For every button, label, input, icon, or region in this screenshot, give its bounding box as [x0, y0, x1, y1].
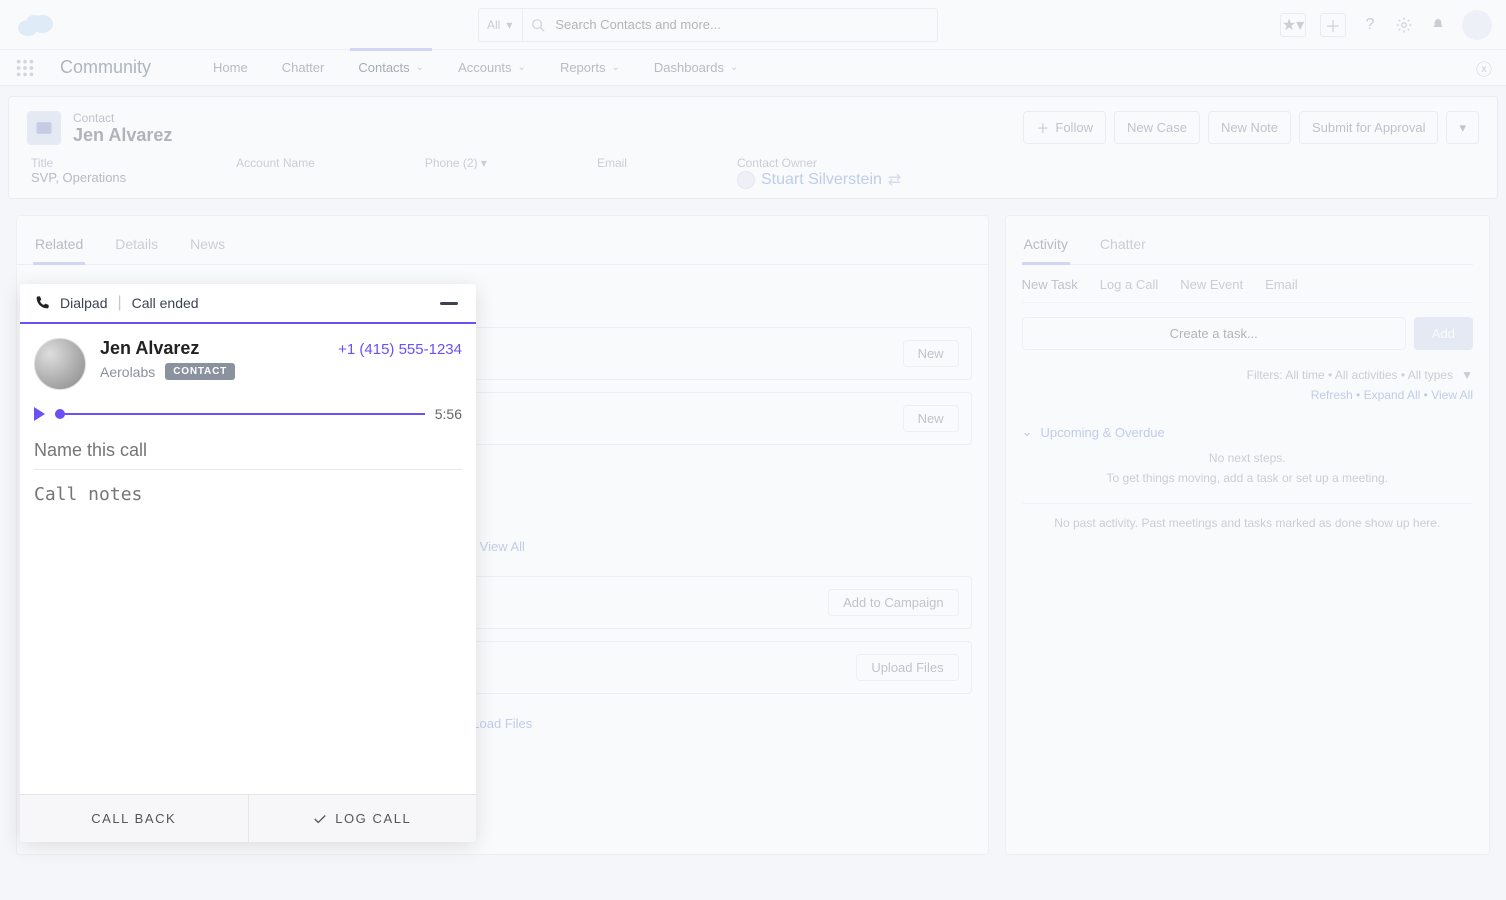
add-to-campaign-button[interactable]: Add to Campaign: [828, 589, 958, 616]
setup-gear-icon[interactable]: [1394, 15, 1414, 35]
field-phone-label[interactable]: Phone (2) ▾: [425, 156, 487, 170]
subtab-log-call[interactable]: Log a Call: [1100, 271, 1159, 302]
submit-approval-button[interactable]: Submit for Approval: [1299, 111, 1438, 144]
record-header: Contact Jen Alvarez ＋Follow New Case New…: [8, 96, 1498, 199]
track-slider[interactable]: [55, 413, 425, 415]
tab-details[interactable]: Details: [113, 230, 160, 264]
nav-chatter[interactable]: Chatter: [274, 50, 333, 86]
contact-icon: [27, 111, 61, 145]
chevron-down-icon[interactable]: ⌄: [611, 62, 619, 73]
no-steps-text: No next steps.: [1022, 448, 1473, 468]
notifications-bell-icon[interactable]: [1428, 15, 1448, 35]
create-task-input[interactable]: [1022, 317, 1406, 350]
nav-dashboards[interactable]: Dashboards⌄: [646, 50, 747, 86]
play-icon[interactable]: [34, 407, 45, 421]
search-icon: [531, 18, 545, 32]
chevron-down-icon[interactable]: ⌄: [730, 62, 738, 73]
salesforce-logo: [14, 10, 58, 40]
contact-company: Aerolabs: [100, 364, 155, 380]
call-duration: 5:56: [435, 406, 462, 422]
tab-related[interactable]: Related: [33, 230, 85, 265]
new-note-button[interactable]: New Note: [1208, 111, 1291, 144]
subtab-new-task[interactable]: New Task: [1022, 271, 1078, 302]
chevron-down-icon: ▾: [506, 18, 512, 32]
close-icon[interactable]: ⓧ: [1476, 56, 1492, 80]
favorites-button[interactable]: ★▾: [1280, 13, 1306, 37]
filters-text: Filters: All time • All activities • All…: [1247, 368, 1453, 382]
call-name-input[interactable]: [34, 440, 462, 470]
record-name: Jen Alvarez: [73, 125, 172, 146]
tab-chatter[interactable]: Chatter: [1098, 230, 1148, 264]
chevron-down-icon: ▾: [481, 156, 487, 170]
contact-avatar: [34, 338, 86, 390]
expand-all-link[interactable]: Expand All: [1364, 388, 1421, 402]
owner-chip[interactable]: Stuart Silverstein⇄: [737, 170, 901, 190]
view-all-link[interactable]: View All: [1431, 388, 1473, 402]
global-header: All ▾ ★▾ ＋ ?: [0, 0, 1506, 50]
refresh-link[interactable]: Refresh: [1311, 388, 1353, 402]
nav-reports[interactable]: Reports⌄: [552, 50, 628, 86]
related-new-button[interactable]: New: [903, 405, 959, 432]
contact-badge: CONTACT: [165, 363, 235, 380]
filter-icon[interactable]: ▼: [1461, 368, 1473, 382]
add-task-button[interactable]: Add: [1414, 317, 1473, 350]
user-avatar[interactable]: [1462, 10, 1492, 40]
call-notes-input[interactable]: [34, 484, 462, 794]
new-case-button[interactable]: New Case: [1114, 111, 1200, 144]
field-owner-label: Contact Owner: [737, 156, 901, 170]
app-name: Community: [60, 57, 151, 78]
chevron-down-icon[interactable]: ⌄: [518, 62, 526, 73]
call-back-button[interactable]: CALL BACK: [20, 795, 248, 842]
subtab-new-event[interactable]: New Event: [1180, 271, 1243, 302]
subtab-email[interactable]: Email: [1265, 271, 1298, 302]
no-steps-hint: To get things moving, add a task or set …: [1022, 468, 1473, 488]
field-title-value: SVP, Operations: [31, 170, 126, 185]
log-call-button[interactable]: LOG CALL: [248, 795, 477, 842]
owner-avatar: [737, 171, 755, 189]
app-launcher-icon[interactable]: [14, 57, 36, 79]
dialpad-panel: Dialpad | Call ended Jen Alvarez +1 (415…: [20, 284, 476, 842]
dialpad-header: Dialpad | Call ended: [20, 284, 476, 324]
contact-name: Jen Alvarez: [100, 338, 199, 359]
phone-icon: [34, 295, 50, 311]
add-button[interactable]: ＋: [1320, 13, 1346, 37]
nav-home[interactable]: Home: [205, 50, 256, 86]
change-owner-icon[interactable]: ⇄: [888, 170, 901, 190]
right-column: Activity Chatter New Task Log a Call New…: [1005, 215, 1490, 855]
upcoming-section[interactable]: ⌄ Upcoming & Overdue: [1022, 416, 1473, 448]
contact-phone[interactable]: +1 (415) 555-1234: [338, 341, 462, 358]
minimize-button[interactable]: [440, 302, 458, 305]
check-icon: [313, 812, 327, 826]
record-type: Contact: [73, 111, 172, 125]
chevron-down-icon[interactable]: ⌄: [1022, 424, 1033, 440]
field-account-label: Account Name: [236, 156, 315, 170]
follow-button[interactable]: ＋Follow: [1023, 111, 1106, 144]
global-search[interactable]: All ▾: [478, 8, 938, 42]
upload-files-button[interactable]: Upload Files: [856, 654, 958, 681]
chevron-down-icon[interactable]: ⌄: [416, 62, 424, 73]
search-input[interactable]: [545, 17, 929, 32]
app-nav: Community Home Chatter Contacts⌄ Account…: [0, 50, 1506, 86]
help-icon[interactable]: ?: [1360, 15, 1380, 35]
field-title-label: Title: [31, 156, 126, 170]
tab-activity[interactable]: Activity: [1022, 230, 1070, 265]
call-status: Call ended: [132, 295, 199, 311]
field-email-label: Email: [597, 156, 627, 170]
past-activity-text: No past activity. Past meetings and task…: [1022, 504, 1473, 542]
related-new-button[interactable]: New: [903, 340, 959, 367]
nav-contacts[interactable]: Contacts⌄: [350, 48, 432, 84]
nav-accounts[interactable]: Accounts⌄: [450, 50, 534, 86]
more-actions-button[interactable]: ▾: [1446, 111, 1479, 144]
playback-track[interactable]: 5:56: [20, 406, 476, 422]
search-scope-label: All: [487, 18, 500, 32]
dialpad-title: Dialpad: [60, 295, 107, 311]
tab-news[interactable]: News: [188, 230, 227, 264]
